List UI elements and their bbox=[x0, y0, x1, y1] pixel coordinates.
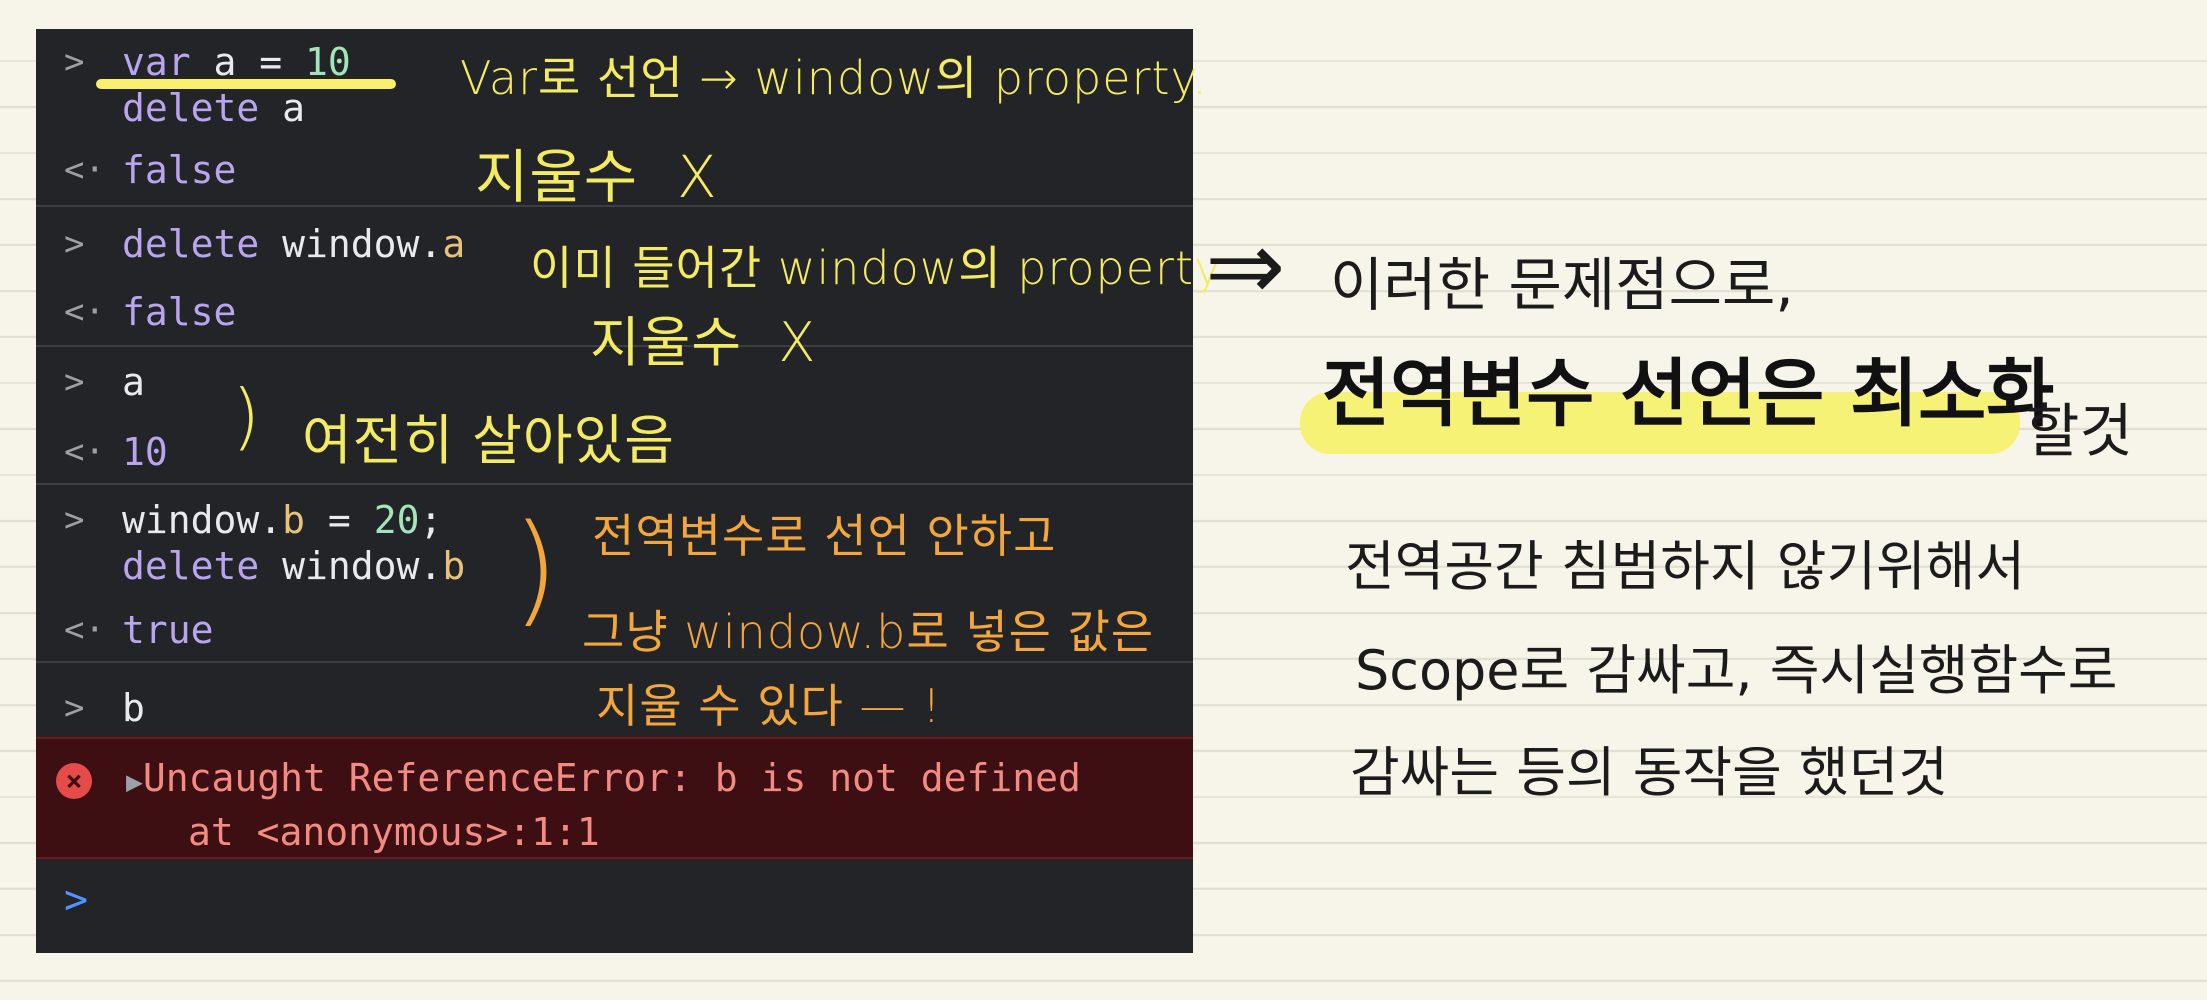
expand-triangle-icon[interactable]: ▶ bbox=[126, 765, 143, 798]
result-value: true bbox=[122, 608, 214, 652]
annotation-still-alive: 여전히 살아있음 bbox=[302, 409, 675, 472]
result-value: false bbox=[122, 148, 237, 192]
annotation-cannot-delete-2: 지울수 X bbox=[590, 311, 817, 374]
brace: ) bbox=[512, 500, 560, 639]
annotation-can-delete: 지울 수 있다 — ! bbox=[596, 679, 942, 733]
annotation-var: Var로 선언 → window의 property. bbox=[460, 51, 1208, 105]
result-prompt-icon: <· bbox=[64, 150, 105, 190]
error-message-row: × ▶Uncaught ReferenceError: b is not def… bbox=[36, 737, 1193, 859]
result-prompt-icon: <· bbox=[64, 610, 105, 650]
input-prompt-icon: > bbox=[64, 224, 85, 264]
result-prompt-icon: <· bbox=[64, 292, 105, 332]
right-highlight-tail: 할것 bbox=[2026, 397, 2133, 465]
code-line: a bbox=[122, 360, 145, 404]
annotation-cannot-delete: 지울수 X bbox=[475, 143, 718, 211]
annotation-window-property: 이미 들어간 window의 property bbox=[530, 241, 1223, 295]
input-prompt-icon: > bbox=[64, 688, 85, 728]
right-body-line: 감싸는 등의 동작을 했던것 bbox=[1350, 741, 1948, 804]
code-line: delete window.a bbox=[122, 222, 466, 266]
result-value: false bbox=[122, 290, 237, 334]
brace: ) bbox=[232, 374, 262, 458]
annotation-window-b: 그냥 window.b로 넣은 값은 bbox=[582, 605, 1155, 659]
error-circle-icon: × bbox=[56, 763, 92, 799]
input-prompt-icon: > bbox=[64, 362, 85, 402]
code-line: var a = 10 bbox=[122, 40, 351, 84]
input-prompt-icon: > bbox=[64, 500, 85, 540]
input-prompt-icon: > bbox=[64, 42, 85, 82]
code-line: delete a bbox=[122, 86, 306, 130]
console-input-prompt-icon[interactable]: > bbox=[64, 877, 88, 923]
right-body-line: 전역공간 침범하지 않기위해서 bbox=[1345, 535, 2026, 598]
code-line: window.b = 20; bbox=[122, 498, 443, 542]
divider bbox=[36, 483, 1193, 485]
annotation-not-global: 전역변수로 선언 안하고 bbox=[592, 509, 1057, 563]
code-line: b bbox=[122, 686, 145, 730]
error-text: ▶Uncaught ReferenceError: b is not defin… bbox=[126, 756, 1081, 854]
result-prompt-icon: <· bbox=[64, 432, 105, 472]
right-body-line: Scope로 감싸고, 즉시실행함수로 bbox=[1355, 639, 2118, 702]
double-arrow-icon: ⇒ bbox=[1205, 210, 1286, 322]
right-highlight: 전역변수 선언은 최소화 bbox=[1322, 351, 2055, 437]
code-line: delete window.b bbox=[122, 544, 466, 588]
result-value: 10 bbox=[122, 430, 168, 474]
right-intro: 이러한 문제점으로, bbox=[1330, 251, 1794, 319]
